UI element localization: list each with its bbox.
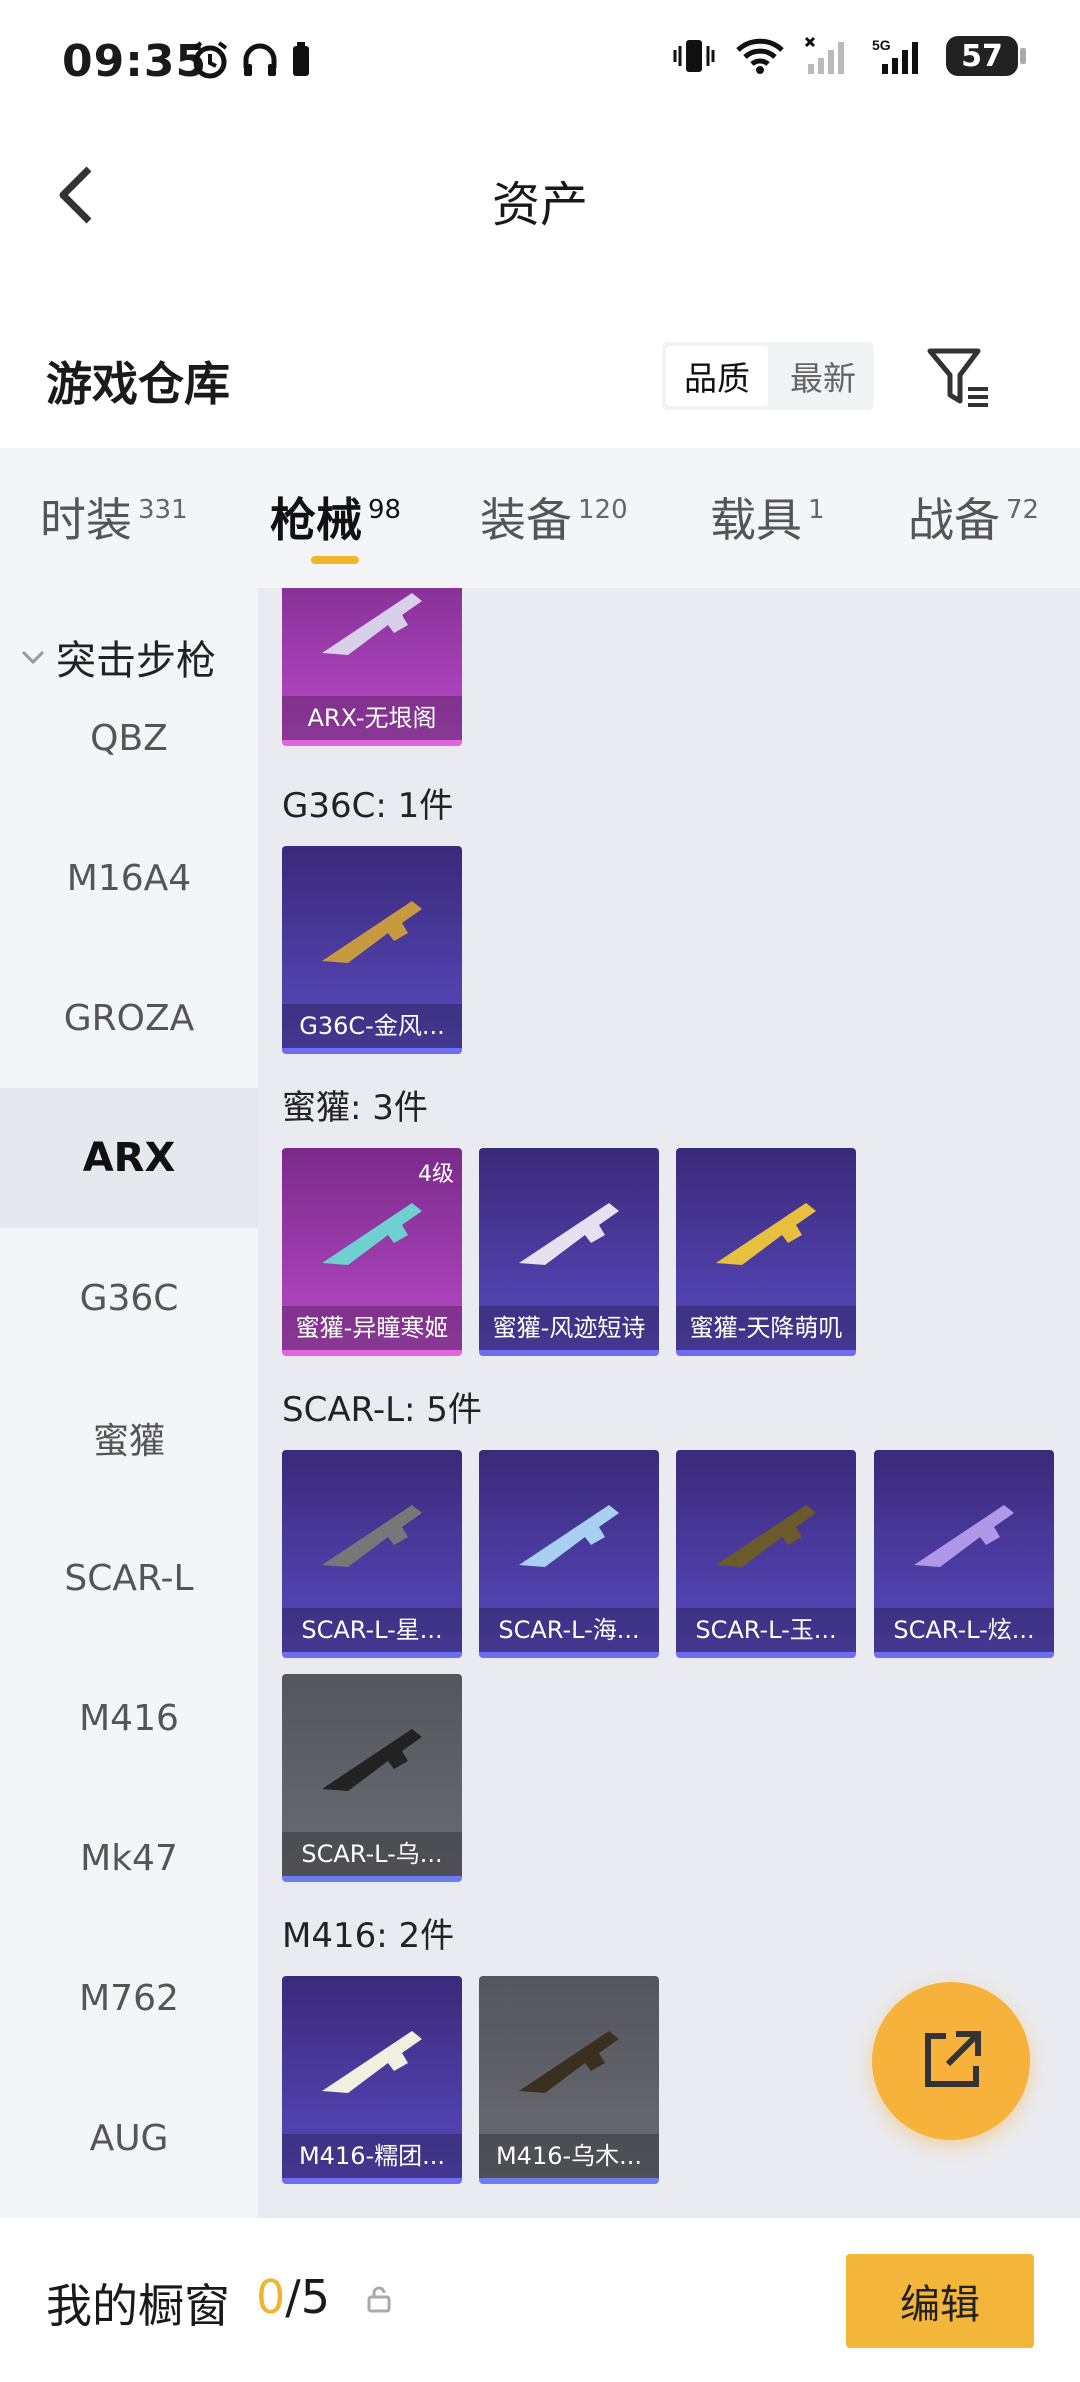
weapon-card[interactable]: SCAR-L-炫... bbox=[874, 1450, 1054, 1658]
rifle-icon bbox=[914, 1505, 1014, 1567]
tab-fashion[interactable]: 时装 331 bbox=[40, 484, 188, 550]
filter-button[interactable] bbox=[924, 345, 994, 410]
group-label-scar-l: SCAR-L: 5件 bbox=[282, 1390, 482, 1430]
showcase-count: 0/5 bbox=[256, 2270, 331, 2324]
tab-equipment[interactable]: 装备 120 bbox=[480, 484, 628, 550]
sort-newest-option[interactable]: 最新 bbox=[772, 342, 874, 410]
chevron-down-icon bbox=[21, 650, 45, 665]
status-time: 09:35 bbox=[62, 36, 208, 87]
alarm-icon bbox=[192, 41, 228, 79]
weapon-card[interactable]: SCAR-L-海... bbox=[479, 1450, 659, 1658]
weapon-card[interactable]: G36C-金风... bbox=[282, 846, 462, 1054]
rifle-icon bbox=[322, 593, 422, 655]
rifle-icon bbox=[322, 1505, 422, 1567]
sidebar-item-qbz[interactable]: QBZ bbox=[0, 668, 258, 808]
sidebar-item-honey-badger[interactable]: 蜜獾 bbox=[0, 1368, 258, 1508]
tab-supplies[interactable]: 战备 72 bbox=[908, 484, 1039, 550]
warehouse-title: 游戏仓库 bbox=[46, 357, 230, 411]
weapon-card[interactable]: ARX-无垠阁 bbox=[282, 588, 462, 746]
battery-indicator: 57 bbox=[946, 36, 1026, 76]
weapon-card[interactable]: SCAR-L-乌... bbox=[282, 1674, 462, 1882]
weapon-card[interactable]: SCAR-L-星... bbox=[282, 1450, 462, 1658]
category-tabs: 时装 331 枪械 98 装备 120 载具 1 战备 72 bbox=[0, 448, 1080, 588]
rifle-icon bbox=[519, 1203, 619, 1265]
external-link-icon bbox=[925, 2031, 981, 2087]
filter-icon bbox=[927, 348, 988, 407]
edit-button[interactable]: 编辑 bbox=[846, 2254, 1034, 2348]
tab-guns[interactable]: 枪械 98 bbox=[270, 484, 401, 550]
weapon-sidebar: 突击步枪 QBZ M16A4 GROZA ARX G36C 蜜獾 SCAR-L … bbox=[0, 588, 258, 2218]
rifle-icon bbox=[322, 2031, 422, 2093]
rifle-icon bbox=[322, 1729, 422, 1791]
sort-toggle: 品质 最新 bbox=[662, 342, 874, 410]
rifle-icon bbox=[519, 2031, 619, 2093]
showcase-bar: 我的橱窗 0/5 编辑 bbox=[0, 2218, 1080, 2382]
battery-small-icon bbox=[293, 42, 309, 76]
status-bar: 09:35 5G 57 bbox=[0, 0, 1080, 125]
svg-text:5G: 5G bbox=[872, 37, 891, 53]
wifi-icon bbox=[736, 38, 784, 74]
signal-icon bbox=[804, 36, 844, 74]
headphones-icon bbox=[243, 43, 277, 76]
rifle-icon bbox=[322, 1203, 422, 1265]
rifle-icon bbox=[519, 1505, 619, 1567]
sidebar-item-groza[interactable]: GROZA bbox=[0, 948, 258, 1088]
weapon-card[interactable]: 4级 蜜獾-异瞳寒姬 bbox=[282, 1148, 462, 1356]
rifle-icon bbox=[716, 1505, 816, 1567]
sidebar-item-scar-l[interactable]: SCAR-L bbox=[0, 1508, 258, 1648]
sidebar-item-m416[interactable]: M416 bbox=[0, 1648, 258, 1788]
vibrate-icon bbox=[673, 40, 715, 72]
lock-icon bbox=[367, 2286, 391, 2313]
showcase-label: 我的橱窗 bbox=[46, 2279, 230, 2333]
weapon-card[interactable]: SCAR-L-玉... bbox=[676, 1450, 856, 1658]
group-label-m416: M416: 2件 bbox=[282, 1916, 455, 1956]
share-button[interactable] bbox=[872, 1982, 1030, 2140]
app-header: 资产 bbox=[0, 125, 1080, 265]
rifle-icon bbox=[322, 901, 422, 963]
page-title: 资产 bbox=[491, 177, 588, 233]
sidebar-item-m762[interactable]: M762 bbox=[0, 1928, 258, 2068]
active-tab-indicator bbox=[311, 556, 359, 564]
tab-vehicles[interactable]: 载具 1 bbox=[710, 484, 825, 550]
weapon-card[interactable]: 蜜獾-风迹短诗 bbox=[479, 1148, 659, 1356]
sidebar-item-aug[interactable]: AUG bbox=[0, 2068, 258, 2208]
weapon-card[interactable]: 蜜獾-天降萌叽 bbox=[676, 1148, 856, 1356]
group-label-g36c: G36C: 1件 bbox=[282, 786, 454, 826]
sidebar-item-arx[interactable]: ARX bbox=[0, 1088, 258, 1228]
weapon-card[interactable]: M416-乌木... bbox=[479, 1976, 659, 2184]
weapon-grid: ARX-无垠阁 G36C: 1件 G36C-金风... 蜜獾: 3件 4级 蜜獾… bbox=[258, 588, 1080, 2218]
sidebar-item-g36c[interactable]: G36C bbox=[0, 1228, 258, 1368]
rifle-icon bbox=[716, 1203, 816, 1265]
sidebar-item-mk47[interactable]: Mk47 bbox=[0, 1788, 258, 1928]
group-label-honey-badger: 蜜獾: 3件 bbox=[282, 1088, 428, 1128]
sort-quality-option[interactable]: 品质 bbox=[666, 346, 768, 406]
5g-signal-icon: 5G bbox=[872, 37, 918, 74]
weapon-card[interactable]: M416-糯团... bbox=[282, 1976, 462, 2184]
sidebar-item-m16a4[interactable]: M16A4 bbox=[0, 808, 258, 948]
